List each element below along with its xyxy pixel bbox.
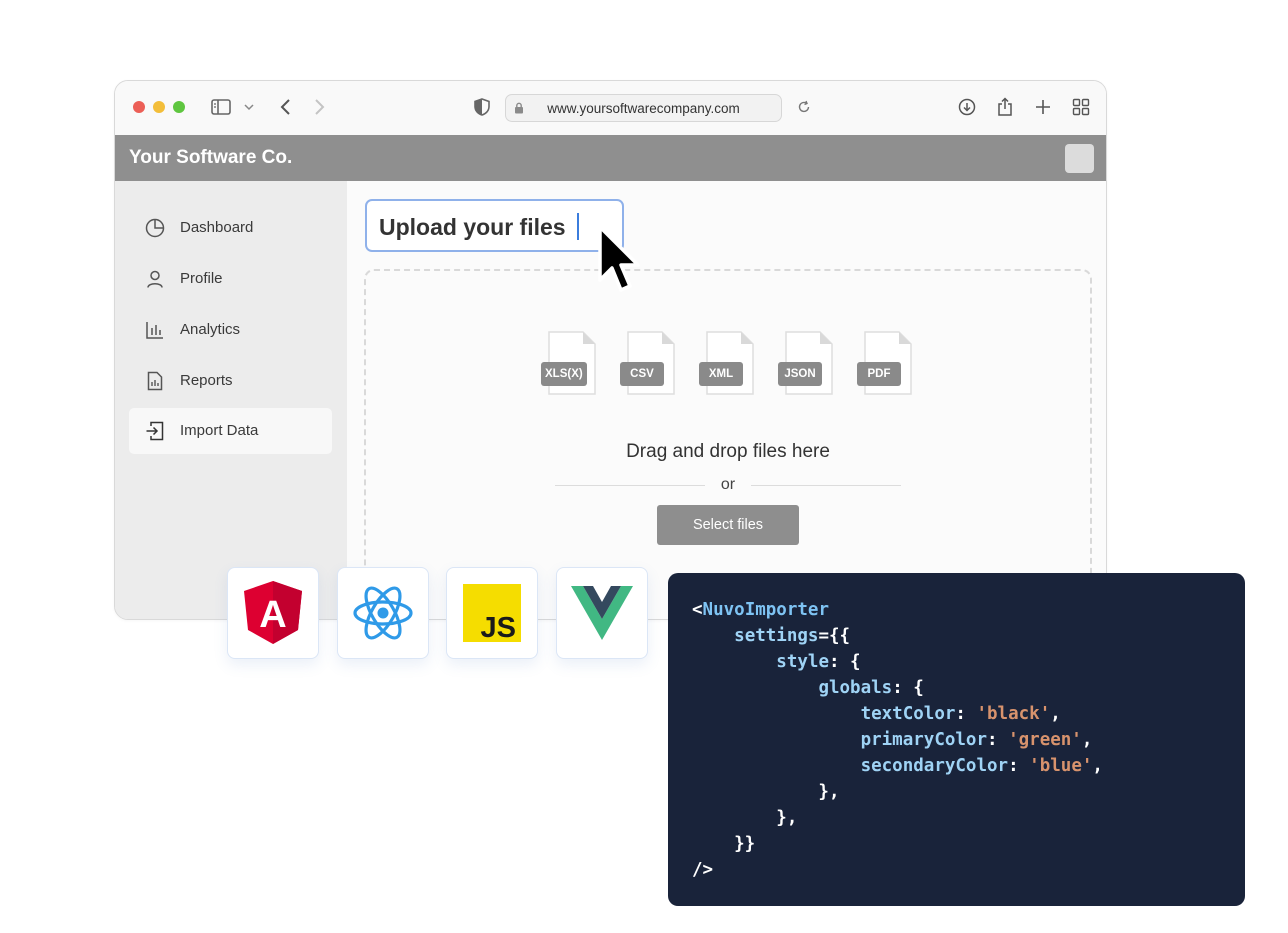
sidebar-item-analytics[interactable]: Analytics bbox=[129, 307, 332, 353]
divider-right bbox=[751, 485, 901, 486]
bar-chart-icon bbox=[145, 320, 165, 340]
text-caret bbox=[577, 213, 579, 240]
url-text: www.yoursoftwarecompany.com bbox=[547, 100, 740, 116]
file-type-label: PDF bbox=[857, 362, 901, 386]
sidebar-item-label: Analytics bbox=[180, 321, 241, 338]
sidebar-item-import-data[interactable]: Import Data bbox=[129, 408, 332, 454]
sidebar-item-label: Reports bbox=[180, 372, 233, 389]
back-icon[interactable] bbox=[273, 95, 297, 119]
file-type-csv: CSV bbox=[620, 331, 678, 397]
react-card bbox=[337, 567, 429, 659]
file-type-label: CSV bbox=[620, 362, 664, 386]
sidebar-item-label: Import Data bbox=[180, 422, 259, 439]
download-icon[interactable] bbox=[955, 95, 979, 119]
code-line: <NuvoImporter bbox=[692, 600, 829, 620]
app-header: Your Software Co. bbox=[115, 135, 1106, 181]
code-line: settings={{ bbox=[734, 626, 851, 646]
vue-logo-icon bbox=[571, 586, 633, 640]
chevron-down-icon[interactable] bbox=[237, 95, 261, 119]
close-window-button[interactable] bbox=[133, 101, 145, 113]
pie-chart-icon bbox=[145, 218, 165, 238]
share-icon[interactable] bbox=[993, 95, 1017, 119]
vue-card bbox=[556, 567, 648, 659]
sidebar-item-dashboard[interactable]: Dashboard bbox=[129, 205, 332, 251]
dropzone-instructions: Drag and drop files here bbox=[626, 441, 830, 462]
code-line: }, bbox=[692, 808, 798, 828]
sidebar: Dashboard Profile Analytics Reports Impo… bbox=[115, 181, 347, 619]
angular-card: A bbox=[227, 567, 319, 659]
forward-icon[interactable] bbox=[308, 95, 332, 119]
browser-toolbar: www.yoursoftwarecompany.com bbox=[115, 81, 1106, 135]
code-line: style: { bbox=[776, 652, 861, 672]
react-logo-icon bbox=[353, 586, 413, 640]
sidebar-item-label: Dashboard bbox=[180, 219, 254, 236]
file-type-xlsx: XLS(X) bbox=[541, 331, 599, 397]
file-type-xml: XML bbox=[699, 331, 757, 397]
mouse-pointer-icon bbox=[598, 225, 640, 292]
javascript-card: JS bbox=[446, 567, 538, 659]
minimize-window-button[interactable] bbox=[153, 101, 165, 113]
user-icon bbox=[145, 269, 165, 289]
code-line: }} bbox=[692, 834, 756, 854]
file-type-pdf: PDF bbox=[857, 331, 915, 397]
code-line: secondaryColor: 'blue', bbox=[860, 756, 1103, 776]
main-content: Upload your files XLS(X) CSV XML JSON PD… bbox=[347, 181, 1106, 619]
code-line: /> bbox=[692, 860, 714, 880]
sidebar-item-reports[interactable]: Reports bbox=[129, 358, 332, 404]
lock-icon bbox=[514, 102, 524, 117]
address-bar[interactable]: www.yoursoftwarecompany.com bbox=[505, 94, 782, 122]
sidebar-item-profile[interactable]: Profile bbox=[129, 256, 332, 302]
code-line: primaryColor: 'green', bbox=[860, 730, 1093, 750]
new-tab-icon[interactable] bbox=[1031, 95, 1055, 119]
page-title: Upload your files bbox=[379, 214, 566, 240]
sidebar-toggle-icon[interactable] bbox=[209, 95, 233, 119]
page-title-input[interactable]: Upload your files bbox=[365, 199, 624, 252]
report-icon bbox=[145, 371, 165, 391]
sidebar-item-label: Profile bbox=[180, 270, 223, 287]
code-line: textColor: 'black', bbox=[860, 704, 1061, 724]
code-line: globals: { bbox=[818, 678, 924, 698]
or-separator: or bbox=[720, 476, 736, 493]
brand-name: Your Software Co. bbox=[129, 147, 293, 168]
code-line: }, bbox=[692, 782, 840, 802]
tab-overview-icon[interactable] bbox=[1069, 95, 1093, 119]
angular-logo-icon: A bbox=[244, 581, 302, 644]
file-type-label: XML bbox=[699, 362, 743, 386]
import-icon bbox=[145, 421, 165, 441]
code-snippet-panel: <NuvoImporter settings={{ style: { globa… bbox=[668, 573, 1245, 906]
shield-icon[interactable] bbox=[470, 95, 494, 119]
angular-logo-letter: A bbox=[259, 594, 286, 636]
file-type-json: JSON bbox=[778, 331, 836, 397]
maximize-window-button[interactable] bbox=[173, 101, 185, 113]
file-type-label: JSON bbox=[778, 362, 822, 386]
browser-window: www.yoursoftwarecompany.com Your Softwar… bbox=[114, 80, 1107, 620]
javascript-logo-icon: JS bbox=[463, 584, 521, 642]
avatar[interactable] bbox=[1065, 144, 1094, 173]
reload-icon[interactable] bbox=[792, 95, 816, 119]
javascript-logo-letters: JS bbox=[481, 612, 516, 642]
file-type-label: XLS(X) bbox=[541, 362, 587, 386]
select-files-button[interactable]: Select files bbox=[657, 505, 799, 545]
